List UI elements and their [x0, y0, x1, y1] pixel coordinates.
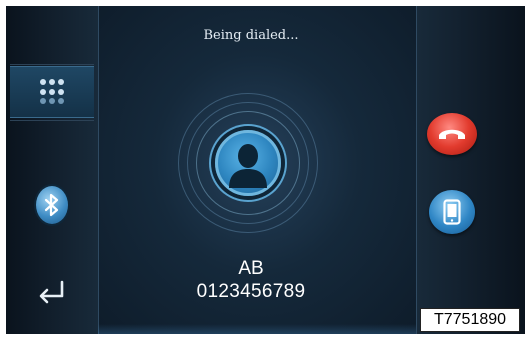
person-icon	[229, 144, 267, 188]
divider	[416, 6, 417, 334]
divider	[10, 120, 94, 121]
bluetooth-button[interactable]	[36, 186, 68, 224]
left-menu-panel	[6, 6, 98, 334]
keypad-button[interactable]	[10, 66, 94, 118]
contact-number: 0123456789	[196, 281, 306, 302]
back-button[interactable]	[32, 276, 72, 306]
handset-mode-button[interactable]	[429, 190, 475, 234]
contact-avatar	[215, 130, 281, 196]
right-menu-panel	[416, 6, 525, 334]
call-status-text: Being dialed...	[203, 28, 299, 43]
hang-up-button[interactable]	[427, 113, 477, 155]
bluetooth-icon	[44, 193, 59, 217]
handset-icon	[443, 199, 461, 225]
divider	[10, 64, 94, 65]
keypad-icon	[40, 79, 64, 105]
bottom-glow	[98, 324, 416, 334]
figure-code-label: T7751890	[420, 308, 520, 332]
contact-name: AB	[238, 258, 264, 279]
hang-up-icon	[439, 129, 465, 139]
back-arrow-icon	[39, 280, 64, 304]
